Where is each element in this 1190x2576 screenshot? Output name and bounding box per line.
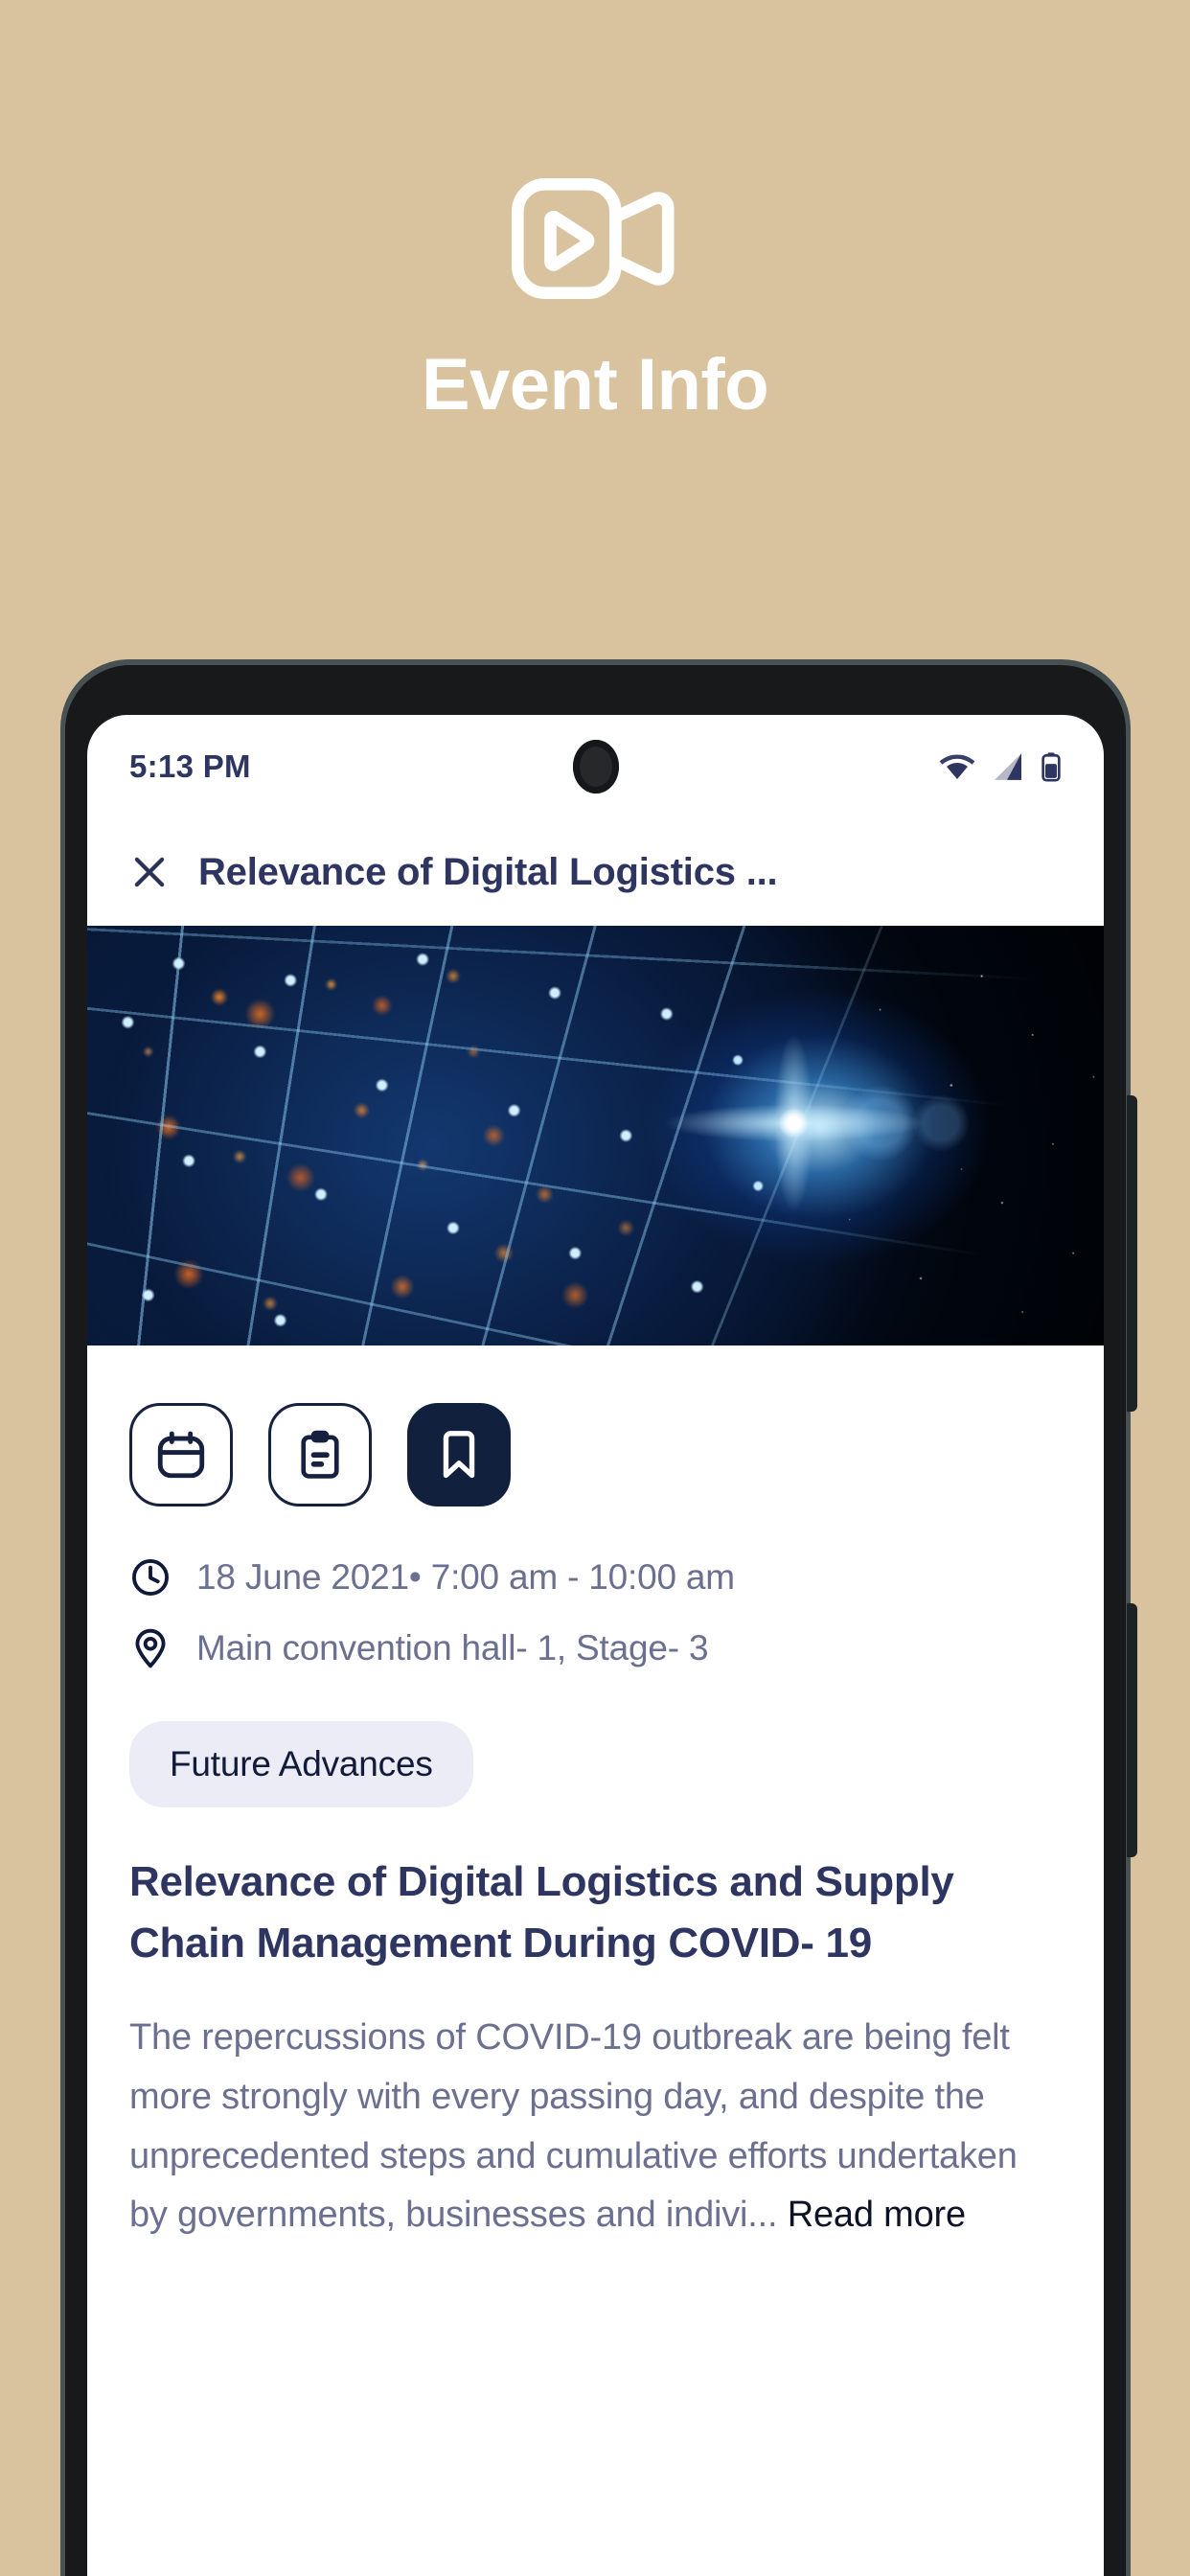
cellular-signal-icon xyxy=(992,752,1024,781)
category-tag[interactable]: Future Advances xyxy=(129,1721,473,1807)
wifi-icon xyxy=(939,752,975,781)
clipboard-icon xyxy=(293,1428,347,1482)
event-location: Main convention hall- 1, Stage- 3 xyxy=(196,1628,709,1668)
video-camera-play-icon xyxy=(511,177,678,299)
article-body: The repercussions of COVID-19 outbreak a… xyxy=(129,2009,1062,2244)
calendar-button[interactable] xyxy=(129,1403,233,1506)
event-datetime: 18 June 2021• 7:00 am - 10:00 am xyxy=(196,1557,735,1597)
promo-title: Event Info xyxy=(421,344,769,426)
meta-row-location: Main convention hall- 1, Stage- 3 xyxy=(129,1627,1062,1669)
app-bar: Relevance of Digital Logistics ... xyxy=(87,818,1104,926)
read-more-link[interactable]: Read more xyxy=(788,2195,966,2235)
hero-starfield-layer xyxy=(87,926,1104,1346)
content-area: 18 June 2021• 7:00 am - 10:00 am Main co… xyxy=(87,1346,1104,2245)
bookmark-icon xyxy=(432,1428,486,1482)
phone-screen: 5:13 PM Relevance of Digital Logistics .… xyxy=(87,715,1104,2576)
article-title: Relevance of Digital Logistics and Suppl… xyxy=(129,1858,954,1967)
power-button[interactable] xyxy=(1127,1603,1137,1857)
close-icon[interactable] xyxy=(129,852,170,892)
bookmark-button[interactable] xyxy=(407,1403,511,1506)
volume-button[interactable] xyxy=(1127,1095,1137,1412)
battery-icon xyxy=(1041,751,1062,782)
front-camera-punch-hole xyxy=(572,740,619,794)
action-button-row xyxy=(129,1346,1062,1506)
meta-row-datetime: 18 June 2021• 7:00 am - 10:00 am xyxy=(129,1556,1062,1598)
agenda-button[interactable] xyxy=(268,1403,372,1506)
phone-mockup: 5:13 PM Relevance of Digital Logistics .… xyxy=(60,659,1137,2576)
clock-icon xyxy=(129,1556,172,1598)
status-time: 5:13 PM xyxy=(129,748,251,784)
location-pin-icon xyxy=(129,1627,172,1669)
status-bar: 5:13 PM xyxy=(87,715,1104,818)
promo-header: Event Info xyxy=(0,0,1190,661)
status-icons xyxy=(939,751,1062,782)
event-meta-list: 18 June 2021• 7:00 am - 10:00 am Main co… xyxy=(129,1556,1062,1669)
calendar-icon xyxy=(153,1427,209,1483)
hero-image xyxy=(87,926,1104,1346)
app-bar-title: Relevance of Digital Logistics ... xyxy=(198,850,778,893)
